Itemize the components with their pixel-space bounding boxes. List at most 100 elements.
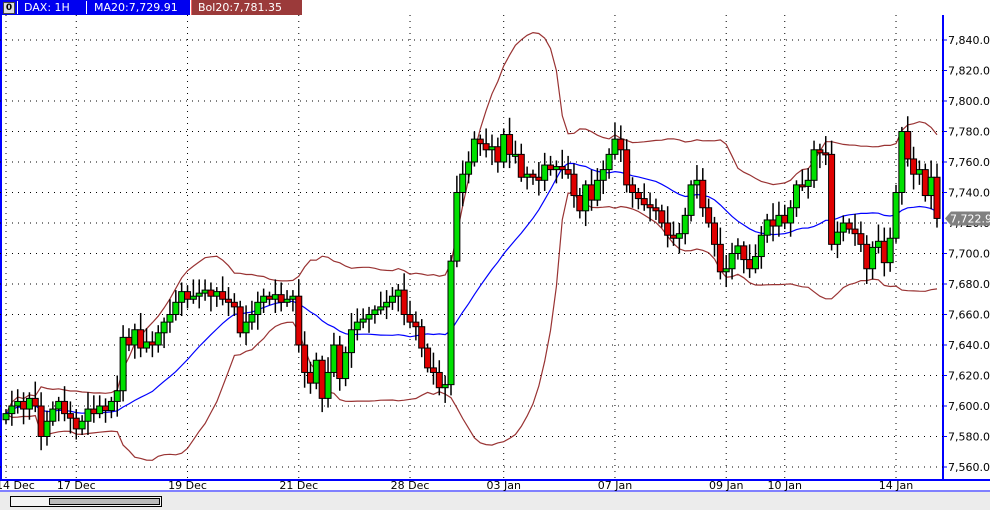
bearish-candle-body xyxy=(781,214,789,224)
candle xyxy=(687,180,695,222)
bullish-candle-body xyxy=(201,289,209,294)
bearish-candle-body xyxy=(816,149,824,154)
bullish-candle-body xyxy=(763,219,771,236)
bearish-candle-body xyxy=(921,169,929,197)
bearish-candle-body xyxy=(623,149,631,186)
bullish-candle-body xyxy=(160,321,168,334)
bearish-candle-body xyxy=(798,184,806,188)
candlestick-chart[interactable]: 7,560.00 7,580.00 7,600.00 7,620.00 7,640.00… xyxy=(0,15,990,492)
bearish-candle-body xyxy=(277,294,285,303)
x-tick-label: 21 Dec xyxy=(279,479,318,492)
bullish-candle-body xyxy=(611,138,619,155)
bearish-candle-body xyxy=(576,195,584,212)
y-tick-label: 7,580.00 xyxy=(948,431,990,444)
bullish-candle-body xyxy=(915,169,923,175)
y-tick-label: 7,560.00 xyxy=(948,461,990,474)
bullish-candle-body xyxy=(582,184,590,212)
bearish-candle-body xyxy=(236,306,244,334)
bearish-candle-body xyxy=(710,222,718,245)
bearish-candle-body xyxy=(318,359,326,399)
bullish-candle-body xyxy=(511,153,519,157)
bearish-candle-body xyxy=(740,245,748,261)
bullish-candle-body xyxy=(734,245,742,254)
candle xyxy=(500,128,508,169)
scroll-track[interactable] xyxy=(10,496,162,507)
bearish-candle-body xyxy=(646,204,654,209)
x-tick-label: 19 Dec xyxy=(168,479,207,492)
bullish-candle-body xyxy=(260,295,268,303)
bullish-candle-body xyxy=(55,400,63,410)
bullish-candle-body xyxy=(804,179,812,187)
bearish-candle-body xyxy=(652,207,660,212)
horizontal-scrollbar[interactable] xyxy=(0,492,990,510)
bearish-candle-body xyxy=(301,344,309,373)
bollinger-label-box: Bol20:7,781.35 xyxy=(191,0,302,15)
bullish-candle-body xyxy=(687,184,695,216)
bearish-candle-body xyxy=(184,291,192,300)
bullish-candle-body xyxy=(898,131,906,193)
bearish-candle-body xyxy=(424,347,432,369)
y-tick-label: 7,620.00 xyxy=(948,370,990,383)
bullish-candle-body xyxy=(248,314,256,323)
bearish-candle-body xyxy=(558,166,566,171)
bullish-candle-body xyxy=(131,329,139,346)
bullish-candle-body xyxy=(465,161,473,175)
bullish-candle-body xyxy=(359,318,367,323)
candle xyxy=(424,343,432,373)
bearish-candle-body xyxy=(640,198,648,206)
bearish-candle-body xyxy=(137,329,145,349)
bearish-candle-body xyxy=(910,158,918,175)
bullish-candle-body xyxy=(927,176,935,197)
bearish-candle-body xyxy=(148,341,156,346)
bullish-candle-body xyxy=(787,207,795,224)
bullish-candle-body xyxy=(154,332,162,346)
bearish-candle-body xyxy=(400,289,408,316)
y-tick-label: 7,840.00 xyxy=(948,34,990,47)
bullish-candle-body xyxy=(8,405,16,415)
chart-menu-button[interactable]: 0 xyxy=(3,2,15,14)
bullish-candle-body xyxy=(365,314,373,320)
x-tick-label: 07 Jan xyxy=(598,479,632,492)
bullish-candle-body xyxy=(394,289,402,297)
bullish-candle-body xyxy=(113,390,121,402)
bullish-candle-body xyxy=(189,295,197,300)
bearish-candle-body xyxy=(506,134,514,155)
ma20-label: MA20:7,729.91 xyxy=(94,1,178,14)
bullish-candle-body xyxy=(14,400,22,407)
scroll-thumb[interactable] xyxy=(49,498,160,505)
bearish-candle-body xyxy=(822,152,830,156)
bullish-candle-body xyxy=(49,408,57,422)
y-tick-label: 7,760.00 xyxy=(948,156,990,169)
bullish-candle-body xyxy=(441,384,449,389)
bearish-candle-body xyxy=(705,207,713,224)
bullish-candle-body xyxy=(271,294,279,300)
y-tick-label: 7,820.00 xyxy=(948,65,990,78)
bullish-candle-body xyxy=(388,295,396,303)
bearish-candle-body xyxy=(37,405,45,437)
bearish-candle-body xyxy=(658,210,666,224)
bullish-candle-body xyxy=(43,420,51,437)
bearish-candle-body xyxy=(336,344,344,380)
bearish-candle-body xyxy=(547,164,555,171)
bearish-candle-body xyxy=(265,295,273,300)
bearish-candle-body xyxy=(412,321,420,328)
bullish-candle-body xyxy=(84,408,92,422)
bearish-candle-body xyxy=(72,417,80,430)
bullish-candle-body xyxy=(757,234,765,258)
bearish-candle-body xyxy=(31,397,39,407)
bullish-candle-body xyxy=(25,397,33,410)
bearish-candle-body xyxy=(207,289,215,297)
bearish-candle-body xyxy=(857,233,865,245)
x-tick-label: 17 Dec xyxy=(57,479,96,492)
y-tick-label: 7,700.00 xyxy=(948,248,990,261)
bullish-candle-body xyxy=(874,240,882,248)
bearish-candle-body xyxy=(61,400,69,415)
bullish-candle-body xyxy=(523,173,531,178)
y-tick-label: 7,800.00 xyxy=(948,95,990,108)
bullish-candle-body xyxy=(166,314,174,323)
y-tick-label: 7,740.00 xyxy=(948,187,990,200)
bearish-candle-body xyxy=(306,371,314,384)
bullish-candle-body xyxy=(172,301,180,315)
bullish-candle-body xyxy=(722,268,730,273)
bearish-candle-body xyxy=(230,301,238,308)
